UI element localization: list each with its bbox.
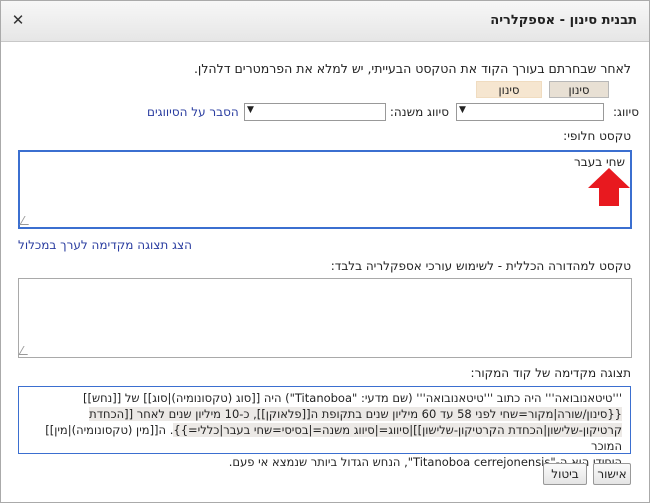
intro-text: לאחר שבחרתם בעורך הקוד את הטקסט הבעייתי,…: [193, 61, 631, 76]
filter-dialog: תבנית סינון - אספקלריה ✕ לאחר שבחרתם בעו…: [0, 0, 650, 503]
close-icon[interactable]: ✕: [7, 9, 29, 31]
general-text-input[interactable]: [18, 278, 632, 358]
line-filter-button[interactable]: סינון שורה: [549, 81, 609, 114]
dialog-title: תבנית סינון - אספקלריה: [490, 13, 637, 28]
highlighted-filter-text: {{סינון/שורה|מקור=שחי לפני 58 עד 60 מילי…: [89, 407, 622, 421]
dropdown-arrow-icon: ▼: [459, 105, 466, 115]
paragraph-filter-button[interactable]: סינון פסקה: [476, 81, 542, 114]
dialog-titlebar: תבנית סינון - אספקלריה ✕: [1, 1, 649, 42]
full-preview-link[interactable]: הצג תצוגה מקדימה לערך במכלול: [18, 238, 192, 252]
general-text-label: טקסט למהדורה הכללית - לשימוש עורכי אספקל…: [330, 259, 631, 273]
highlighted-filter-text: קרטיקון-שלישון|הכחדת הקרטיקון-שלישון]]|ס…: [173, 423, 622, 437]
subclassification-select[interactable]: ▼: [244, 103, 386, 121]
resize-handle-icon[interactable]: [19, 216, 34, 225]
subclassification-label: סיווג משנה:: [389, 105, 449, 119]
confirm-button[interactable]: אישור: [593, 463, 631, 485]
alt-text-input[interactable]: שחי בעבר: [18, 150, 632, 229]
source-preview-label: תצוגה מקדימה של קוד המקור:: [470, 366, 631, 380]
source-preview-line: קרטיקון-שלישון|הכחדת הקרטיקון-שלישון]]|ס…: [27, 422, 622, 454]
cancel-button[interactable]: ביטול: [543, 463, 587, 485]
dropdown-arrow-icon: ▼: [247, 105, 254, 115]
classification-select[interactable]: ▼: [456, 103, 604, 121]
source-preview-box: '''טיטאנובואה''' היה כתוב '''טיטאנובואה'…: [18, 386, 631, 469]
source-preview-line: היחידי הוא ה-"Titanoboa cerrejonensis", …: [228, 455, 622, 469]
alt-text-label: טקסט חלופי:: [563, 129, 631, 143]
red-arrow-icon: [588, 168, 630, 206]
classification-label: סיווג:: [613, 105, 639, 119]
source-preview-line: '''טיטאנובואה''' היה כתוב '''טיטאנובואה'…: [83, 391, 622, 405]
resize-handle-icon[interactable]: [18, 346, 33, 355]
source-preview-line: {{סינון/שורה|מקור=שחי לפני 58 עד 60 מילי…: [27, 406, 622, 422]
classification-help-link[interactable]: הסבר על הסיווגים: [147, 105, 239, 119]
